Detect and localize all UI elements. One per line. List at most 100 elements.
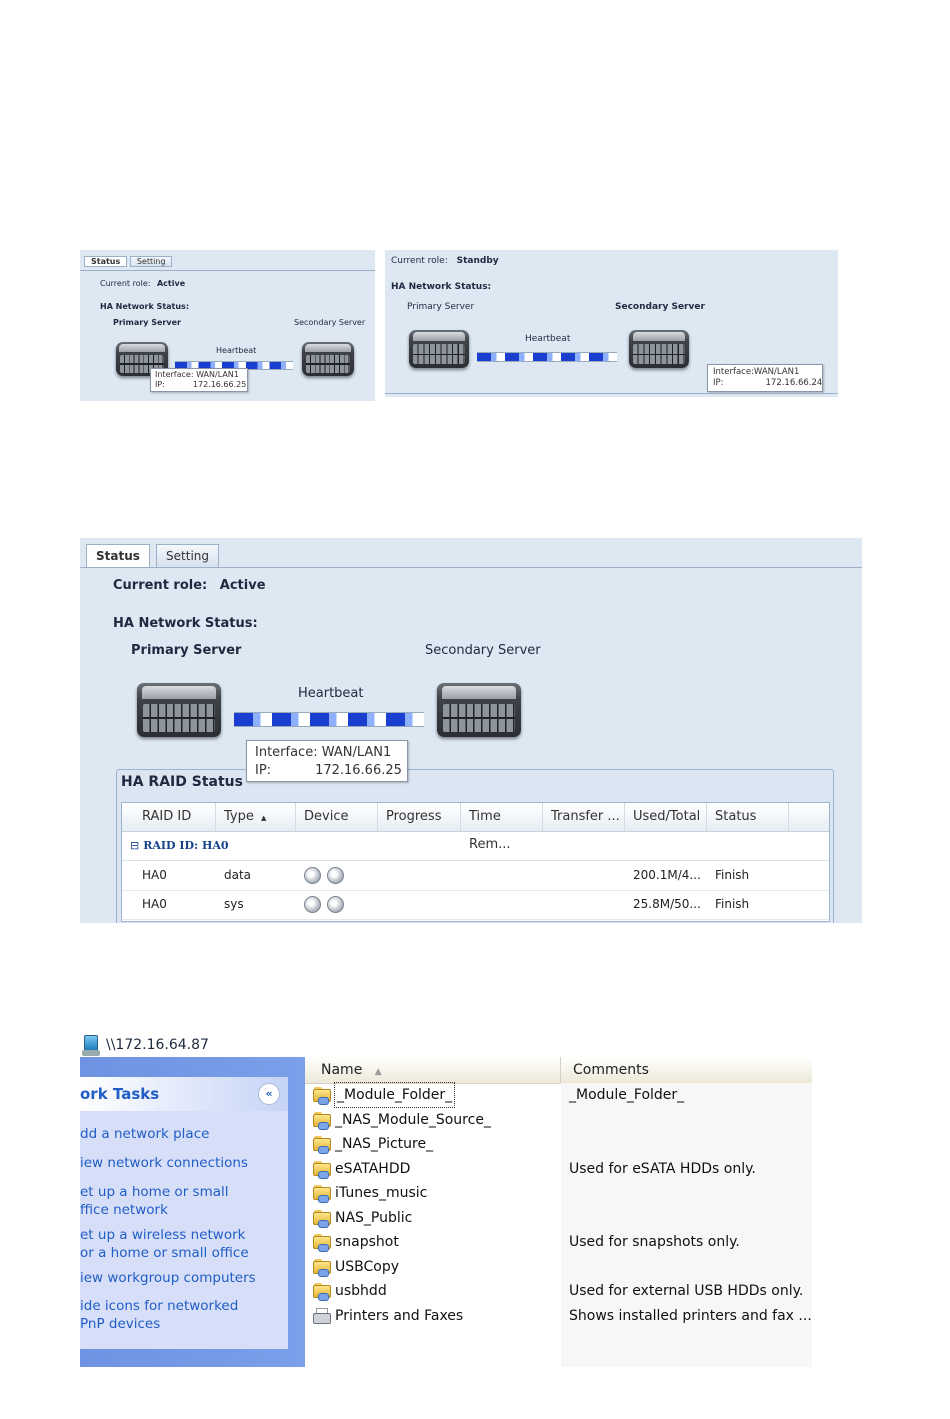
tooltip-ip-value: 172.16.66.25 xyxy=(315,763,402,778)
list-item[interactable]: _Module_Folder_ _Module_Folder_ xyxy=(305,1082,812,1108)
tooltip-interface-label: Interface: xyxy=(255,745,318,760)
secondary-server-label: Secondary Server xyxy=(425,643,541,658)
col-type[interactable]: Type ▲ xyxy=(216,803,296,831)
role-label: Current role: xyxy=(391,256,448,266)
col-device[interactable]: Device xyxy=(296,803,378,831)
collapse-chevron-icon[interactable]: « xyxy=(258,1083,280,1105)
tooltip-interface-label: Interface: xyxy=(713,367,754,377)
ha-status-panel-active-small: Status Setting Current role: Active HA N… xyxy=(80,250,375,401)
primary-server-label: Primary Server xyxy=(113,318,181,327)
shared-folder-icon xyxy=(313,1185,331,1203)
network-tasks-header[interactable]: ork Tasks « xyxy=(80,1077,288,1111)
primary-server-label: Primary Server xyxy=(131,643,242,658)
list-item[interactable]: iTunes_music xyxy=(305,1181,812,1205)
file-list: Name ▲ Comments _Module_Folder_ _Module_F… xyxy=(305,1057,812,1367)
ha-raid-status-group: HA RAID Status RAID ID Type ▲ Device Pro… xyxy=(116,769,834,923)
task-hide-upnp-icons[interactable]: ide icons for networked PnP devices xyxy=(80,1297,270,1333)
heartbeat-line[interactable] xyxy=(477,352,617,362)
item-name: _NAS_Picture_ xyxy=(335,1136,434,1152)
item-comment: Used for snapshots only. xyxy=(569,1234,740,1250)
item-name: usbhdd xyxy=(335,1283,387,1299)
tab-setting[interactable]: Setting xyxy=(156,544,220,568)
tab-setting[interactable]: Setting xyxy=(129,256,173,267)
col-type-label: Type xyxy=(224,809,254,824)
network-computer-icon xyxy=(82,1035,100,1057)
task-add-network-place[interactable]: dd a network place xyxy=(80,1125,270,1143)
tab-status[interactable]: Status xyxy=(84,256,128,267)
item-comment: Used for external USB HDDs only. xyxy=(569,1283,804,1299)
network-tasks-box: ork Tasks « dd a network place iew netwo… xyxy=(80,1077,288,1349)
server-tooltip: Interface: WAN/LAN1 IP: 172.16.66.25 xyxy=(246,740,408,782)
item-name: NAS_Public xyxy=(335,1209,413,1226)
col-raid-id[interactable]: RAID ID xyxy=(134,803,216,831)
tooltip-ip-label: IP: xyxy=(713,378,724,388)
task-view-network-connections[interactable]: iew network connections xyxy=(80,1154,270,1172)
shared-folder-icon xyxy=(313,1283,331,1301)
col-name[interactable]: Name ▲ xyxy=(305,1057,561,1083)
col-transfer[interactable]: Transfer ... xyxy=(543,803,625,831)
address-bar[interactable]: \\172.16.64.87 xyxy=(80,1029,380,1059)
secondary-server-icon[interactable] xyxy=(437,683,521,737)
sort-ascending-icon: ▲ xyxy=(261,814,267,822)
address-text: \\172.16.64.87 xyxy=(106,1037,209,1053)
secondary-server-icon[interactable] xyxy=(302,342,354,376)
raid-group-row[interactable]: ⊟ RAID ID: HA0 xyxy=(122,831,829,861)
item-name: iTunes_music xyxy=(335,1185,428,1201)
sort-ascending-icon: ▲ xyxy=(374,1067,382,1077)
col-status[interactable]: Status xyxy=(707,803,789,831)
task-setup-wireless-network[interactable]: et up a wireless network or a home or sma… xyxy=(80,1226,270,1262)
list-item[interactable]: USBCopy xyxy=(305,1255,812,1279)
tooltip-ip-value: 172.16.66.25 xyxy=(192,380,247,389)
server-tooltip: Interface: WAN/LAN1 IP: 172.16.66.25 xyxy=(150,368,248,392)
role-value: Active xyxy=(156,279,186,288)
list-item[interactable]: usbhdd Used for external USB HDDs only. xyxy=(305,1279,812,1303)
heartbeat-label: Heartbeat xyxy=(298,686,364,701)
secondary-server-label: Secondary Server xyxy=(615,302,705,312)
disk-icon xyxy=(327,896,344,913)
shared-folder-icon xyxy=(313,1160,331,1179)
list-item[interactable]: eSATAHDD Used for eSATA HDDs only. xyxy=(305,1157,812,1181)
item-name: _Module_Folder_ xyxy=(333,1082,456,1108)
col-progress[interactable]: Progress xyxy=(378,803,461,831)
list-item[interactable]: _NAS_Picture_ xyxy=(305,1132,812,1156)
col-time-remaining[interactable]: Time Rem... xyxy=(461,803,543,852)
list-item[interactable]: Printers and Faxes Shows installed printe… xyxy=(305,1304,812,1328)
tooltip-ip-label: IP: xyxy=(155,380,165,389)
tab-divider xyxy=(80,567,862,568)
cell-status: Finish xyxy=(715,897,750,911)
item-comment: _Module_Folder_ xyxy=(569,1087,685,1103)
list-item[interactable]: NAS_Public xyxy=(305,1206,812,1230)
secondary-server-icon[interactable] xyxy=(629,330,689,368)
ha-raid-status-title: HA RAID Status xyxy=(121,774,243,790)
shared-folder-icon xyxy=(313,1209,331,1228)
tab-bar: Status Setting xyxy=(84,256,173,267)
cell-device xyxy=(296,861,350,890)
table-row[interactable]: HA0 sys 25.8M/50... Finish xyxy=(122,890,829,920)
item-name: snapshot xyxy=(335,1234,399,1250)
heartbeat-line[interactable] xyxy=(234,712,424,727)
printer-icon xyxy=(311,1307,331,1324)
current-role: Current role: Standby xyxy=(391,256,499,266)
col-comments[interactable]: Comments xyxy=(561,1057,812,1083)
role-label: Current role: xyxy=(100,279,151,288)
tab-status[interactable]: Status xyxy=(86,544,150,568)
collapse-group-icon[interactable]: ⊟ xyxy=(130,839,139,852)
primary-server-icon[interactable] xyxy=(137,683,221,737)
list-item[interactable]: _NAS_Module_Source_ xyxy=(305,1108,812,1132)
shared-folder-icon xyxy=(313,1087,331,1105)
cell-type: sys xyxy=(224,897,244,911)
network-tasks-title: ork Tasks xyxy=(80,1085,160,1103)
tab-bar: Status Setting xyxy=(86,544,221,568)
network-share-explorer: \\172.16.64.87 ork Tasks « dd a network … xyxy=(80,1025,812,1367)
cell-raid-id: HA0 xyxy=(142,897,167,911)
secondary-server-label: Secondary Server xyxy=(294,318,366,327)
bottom-divider xyxy=(385,393,838,394)
list-item[interactable]: snapshot Used for snapshots only. xyxy=(305,1230,812,1254)
table-row[interactable]: HA0 data 200.1M/4... Finish xyxy=(122,861,829,891)
cell-device xyxy=(296,890,350,919)
task-setup-home-network[interactable]: et up a home or small ffice network xyxy=(80,1183,270,1219)
raid-table: RAID ID Type ▲ Device Progress Time Rem.… xyxy=(121,802,830,922)
primary-server-icon[interactable] xyxy=(409,330,469,368)
task-view-workgroup-computers[interactable]: iew workgroup computers xyxy=(80,1269,270,1287)
col-used-total[interactable]: Used/Total xyxy=(625,803,707,831)
